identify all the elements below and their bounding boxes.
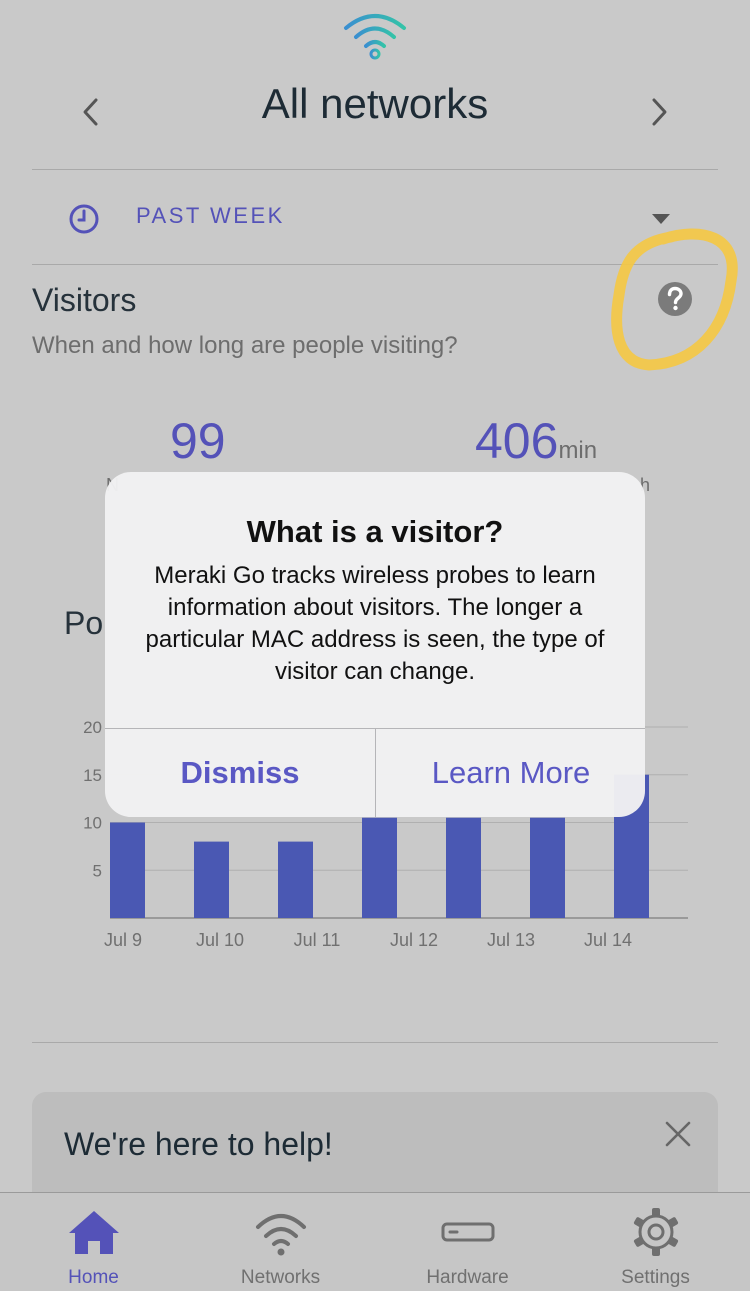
gear-icon [633,1208,678,1256]
tab-settings[interactable]: Settings [562,1193,749,1291]
y-tick-label: 15 [83,766,102,785]
x-tick-label: Jul 11 [294,930,341,950]
x-tick-label: Jul 10 [196,930,244,950]
wifi-logo-icon [344,14,406,60]
home-icon [68,1211,119,1254]
help-card-title: We're here to help! [64,1126,333,1162]
clock-icon [69,204,99,234]
next-network-button[interactable] [645,92,675,132]
chart-bar [530,817,565,918]
tab-label: Home [68,1267,119,1288]
x-tick-label: Jul 13 [487,930,535,950]
y-tick-label: 10 [83,814,102,833]
visit-duration-value: 406 [475,413,559,469]
page-title: All networks [261,80,489,127]
visit-duration-unit: min [558,437,598,464]
y-tick-label: 5 [93,861,102,880]
time-range-label: PAST WEEK [136,203,285,228]
y-tick-label: 20 [83,718,102,737]
alert-message: Meraki Go tracks wireless probes to lear… [145,562,605,685]
tab-label: Settings [621,1267,690,1288]
tab-networks[interactable]: Networks [187,1193,374,1291]
tab-bar: Home Networks Hardware Settings [0,1192,750,1291]
visitor-count-value: 99 [170,413,226,469]
chart-bar [446,817,481,918]
x-tick-label: Jul 14 [584,930,632,950]
chart-bar [194,841,229,918]
learn-more-button[interactable]: Learn More [376,729,645,817]
chart-bar [278,841,313,918]
close-icon[interactable] [664,1120,692,1148]
chart-bar [362,817,397,918]
tab-label: Networks [240,1267,321,1288]
visitors-subtitle: When and how long are people visiting? [32,332,458,359]
x-tick-label: Jul 9 [104,930,142,950]
wifi-icon [255,1214,306,1256]
divider [32,1042,718,1043]
hardware-device-icon [441,1222,494,1242]
section-title-partial: Po [64,605,104,641]
dismiss-button[interactable]: Dismiss [105,729,375,817]
tab-label: Hardware [426,1267,509,1288]
x-tick-label: Jul 12 [390,930,438,950]
question-mark-icon[interactable] [657,281,693,317]
alert-title: What is a visitor? [246,514,504,549]
chevron-right-icon [652,98,667,126]
visitors-title: Visitors [32,282,137,318]
tab-home[interactable]: Home [0,1193,187,1291]
visit-duration-stat: 406min [475,412,597,470]
tab-hardware[interactable]: Hardware [374,1193,561,1291]
chart-bar [110,822,145,918]
visitor-info-alert: What is a visitor? Meraki Go tracks wire… [105,472,645,817]
